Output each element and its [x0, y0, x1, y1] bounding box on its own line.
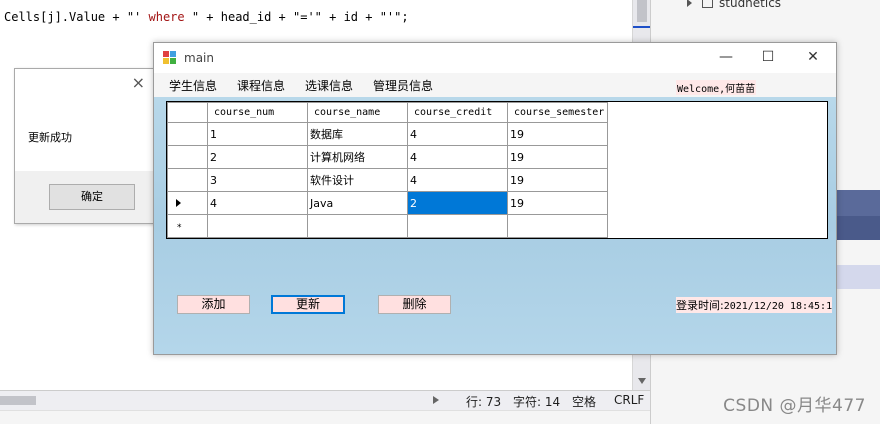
row-header[interactable] [167, 122, 208, 146]
add-button[interactable]: 添加 [177, 295, 250, 314]
table-row[interactable]: 1 数据库 4 19 [167, 122, 608, 146]
scroll-down-arrow-icon[interactable] [638, 378, 646, 384]
new-row-icon: * [177, 222, 182, 233]
column-header[interactable]: course_num [207, 102, 308, 123]
table-cell[interactable]: 19 [507, 145, 608, 169]
tree-item-label: studnetics [719, 0, 782, 10]
code-line: Cells[j].Value + "' where " + head_id + … [4, 10, 409, 24]
menu-course-info[interactable]: 课程信息 [237, 77, 285, 94]
update-button[interactable]: 更新 [271, 295, 345, 314]
table-cell[interactable]: 19 [507, 191, 608, 215]
message-text: 更新成功 [28, 131, 72, 144]
login-time-label: 登录时间:2021/12/20 18:45:1 [676, 297, 833, 313]
row-header[interactable]: * [167, 214, 208, 238]
table-cell[interactable]: 4 [407, 122, 508, 146]
table-cell[interactable]: 3 [207, 168, 308, 192]
message-box: × 更新成功 确定 [14, 68, 154, 224]
table-cell[interactable]: 4 [207, 191, 308, 215]
panel-band [831, 265, 880, 289]
maximize-button[interactable]: ☐ [758, 47, 778, 67]
course-table[interactable]: course_num course_name course_credit cou… [167, 102, 608, 238]
window-title: main [184, 51, 214, 65]
table-cell[interactable]: 计算机网络 [307, 145, 408, 169]
header-row: course_num course_name course_credit cou… [167, 102, 608, 123]
bottom-strip [0, 410, 650, 424]
menu-bar: 学生信息 课程信息 选课信息 管理员信息 Welcome,何苗苗 [154, 73, 836, 97]
status-space: 空格 [572, 395, 597, 409]
table-cell[interactable]: 19 [507, 168, 608, 192]
scroll-right-arrow-icon[interactable] [433, 396, 439, 404]
table-cell[interactable]: Java [307, 191, 408, 215]
column-header[interactable]: course_credit [407, 102, 508, 123]
login-time-value: 2021/12/20 18:45:1 [723, 301, 833, 312]
main-window: main — ☐ ✕ 学生信息 课程信息 选课信息 管理员信息 Welcome,… [153, 42, 837, 355]
table-cell[interactable]: 4 [407, 145, 508, 169]
expand-arrow-icon[interactable] [687, 0, 692, 7]
row-header[interactable] [167, 168, 208, 192]
menu-admin-info[interactable]: 管理员信息 [373, 77, 433, 94]
scroll-thumb[interactable] [637, 0, 647, 22]
table-cell[interactable] [207, 214, 308, 238]
menu-enrollment-info[interactable]: 选课信息 [305, 77, 353, 94]
minimize-button[interactable]: — [716, 47, 736, 67]
title-bar[interactable]: main — ☐ ✕ [154, 43, 836, 73]
data-grid[interactable]: course_num course_name course_credit cou… [166, 101, 828, 239]
row-header[interactable] [167, 145, 208, 169]
status-char: 字符: 14 [513, 395, 561, 409]
table-cell[interactable]: 软件设计 [307, 168, 408, 192]
table-cell[interactable]: 2 [407, 191, 508, 215]
tree-item[interactable]: studnetics [687, 0, 781, 10]
form-client-area: course_num course_name course_credit cou… [154, 97, 836, 354]
corner-header[interactable] [167, 102, 208, 123]
table-cell[interactable] [307, 214, 408, 238]
horizontal-scroll-thumb[interactable] [0, 396, 36, 405]
delete-button[interactable]: 删除 [378, 295, 451, 314]
table-cell[interactable]: 2 [207, 145, 308, 169]
column-header[interactable]: course_semester [507, 102, 608, 123]
table-row[interactable]: 3 软件设计 4 19 [167, 168, 608, 192]
close-icon[interactable]: × [132, 75, 145, 91]
file-icon [702, 0, 713, 8]
menu-student-info[interactable]: 学生信息 [169, 77, 217, 94]
table-cell[interactable] [507, 214, 608, 238]
new-row[interactable]: * [167, 214, 608, 238]
status-eol: CRLF [614, 393, 645, 407]
watermark: CSDN @月华477 [723, 396, 866, 416]
table-cell[interactable]: 1 [207, 122, 308, 146]
table-cell[interactable] [407, 214, 508, 238]
app-icon [163, 51, 177, 65]
table-cell[interactable]: 4 [407, 168, 508, 192]
row-header[interactable] [167, 191, 208, 215]
table-cell[interactable]: 19 [507, 122, 608, 146]
status-bar: 行: 73 字符: 14 空格 CRLF [0, 390, 650, 410]
table-row[interactable]: 4 Java 2 19 [167, 191, 608, 215]
ok-button[interactable]: 确定 [49, 184, 135, 210]
scroll-marker [633, 26, 651, 28]
panel-band [831, 190, 880, 216]
table-row[interactable]: 2 计算机网络 4 19 [167, 145, 608, 169]
column-header[interactable]: course_name [307, 102, 408, 123]
status-line: 行: 73 [466, 395, 502, 409]
current-row-icon [176, 198, 181, 207]
panel-band [831, 216, 880, 240]
welcome-label: Welcome,何苗苗 [676, 80, 757, 95]
table-cell[interactable]: 数据库 [307, 122, 408, 146]
close-button[interactable]: ✕ [803, 47, 823, 67]
code-keyword: where [141, 10, 192, 24]
